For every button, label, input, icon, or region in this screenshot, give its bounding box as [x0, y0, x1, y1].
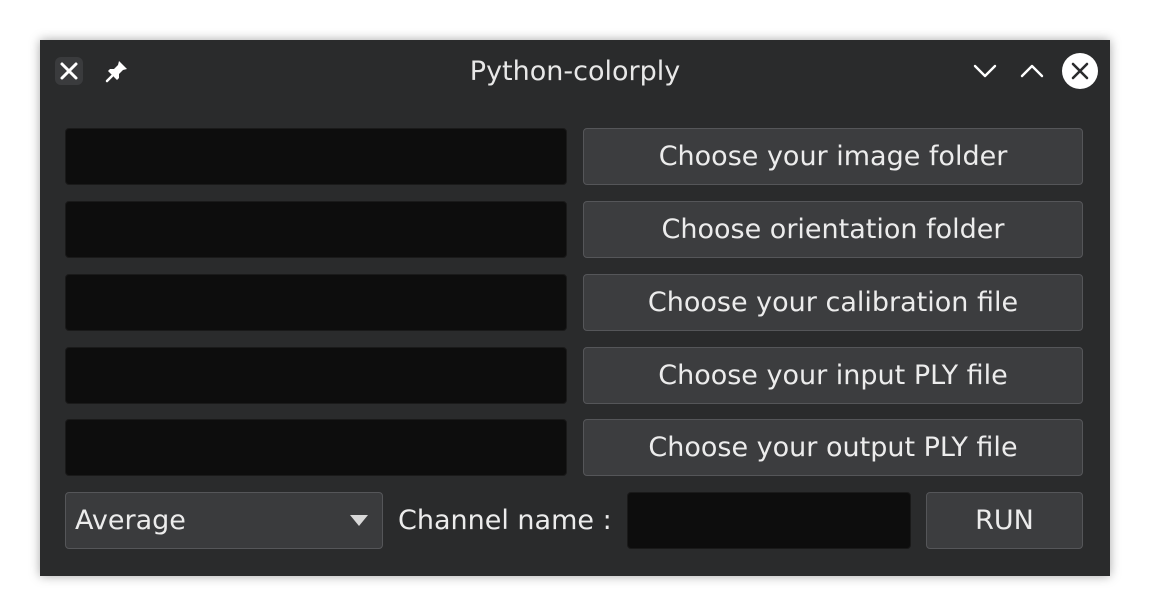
window-title: Python-colorply: [469, 56, 681, 87]
orientation-folder-field[interactable]: [65, 201, 567, 258]
choose-orientation-folder-button[interactable]: Choose orientation folder: [583, 201, 1083, 258]
app-window: Python-colorply Choose your image folder…: [40, 40, 1110, 576]
input-ply-field[interactable]: [65, 347, 567, 404]
dropdown-arrow-icon: [350, 515, 368, 526]
chevron-down-icon[interactable]: [968, 54, 1002, 88]
image-folder-field[interactable]: [65, 128, 567, 185]
channel-name-label: Channel name :: [398, 505, 612, 536]
mode-select-value: Average: [75, 505, 186, 536]
close-circle-icon[interactable]: [1062, 53, 1098, 89]
choose-image-folder-button[interactable]: Choose your image folder: [583, 128, 1083, 185]
chevron-up-icon[interactable]: [1015, 54, 1049, 88]
choose-calibration-file-button[interactable]: Choose your calibration file: [583, 274, 1083, 331]
channel-name-input[interactable]: [627, 492, 911, 549]
calibration-file-field[interactable]: [65, 274, 567, 331]
choose-input-ply-button[interactable]: Choose your input PLY file: [583, 347, 1083, 404]
choose-output-ply-button[interactable]: Choose your output PLY file: [583, 419, 1083, 476]
mode-select[interactable]: Average: [65, 492, 383, 549]
output-ply-field[interactable]: [65, 419, 567, 476]
run-button[interactable]: RUN: [926, 492, 1083, 549]
title-bar[interactable]: Python-colorply: [40, 40, 1110, 104]
